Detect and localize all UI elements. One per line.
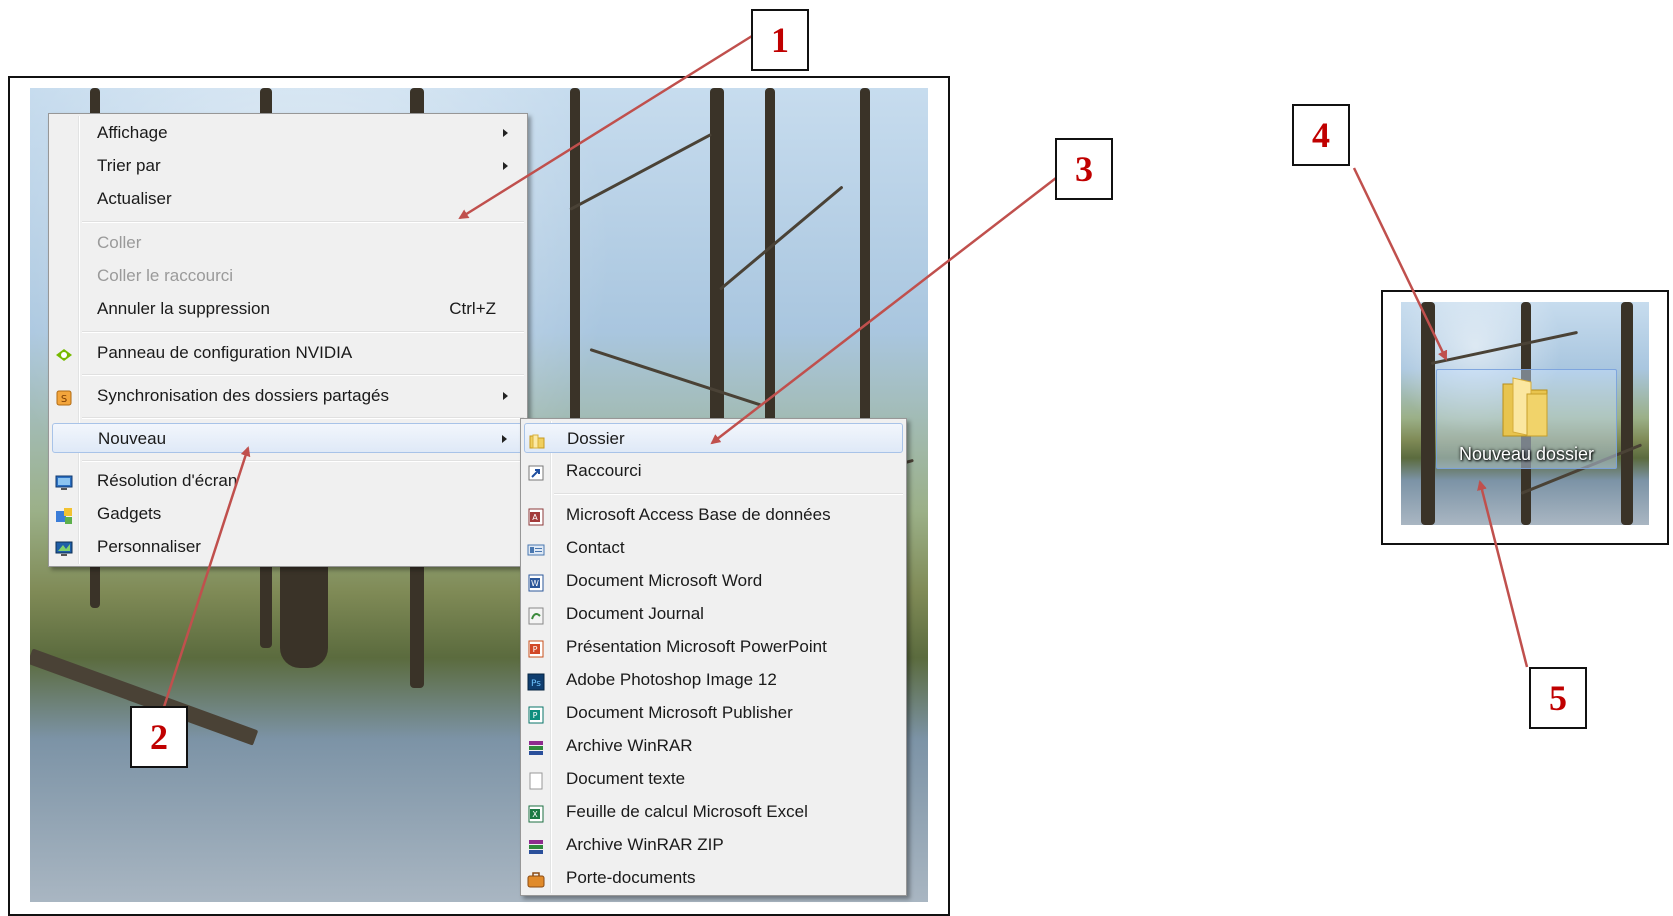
arrow-1 (458, 34, 753, 220)
callout-1: 1 (751, 9, 809, 71)
arrow-2 (161, 446, 251, 711)
arrow-3 (710, 177, 1057, 445)
annotation-arrows (161, 34, 1529, 711)
arrow-4 (1352, 167, 1448, 361)
callout-5: 5 (1529, 667, 1587, 729)
callout-4: 4 (1292, 104, 1350, 166)
arrow-5 (1477, 480, 1529, 668)
callout-3: 3 (1055, 138, 1113, 200)
callout-2: 2 (130, 706, 188, 768)
